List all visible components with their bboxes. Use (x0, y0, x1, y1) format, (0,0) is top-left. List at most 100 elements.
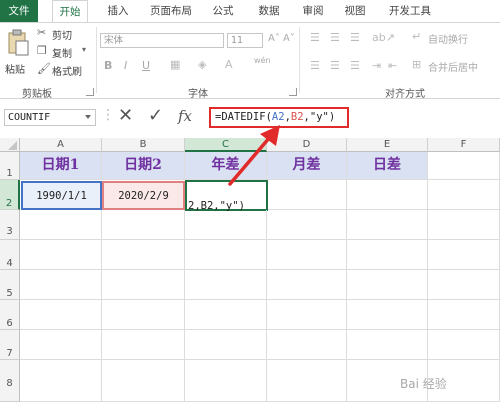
align-left-icon[interactable]: ☰ (310, 59, 320, 72)
tab-page-layout[interactable]: 页面布局 (141, 0, 201, 22)
copy-button[interactable]: ❐ 复制 ▾ (37, 44, 92, 60)
cell-e6[interactable] (347, 300, 428, 330)
cell-b5[interactable] (102, 270, 185, 300)
row-header-8[interactable]: 8 (0, 360, 20, 402)
align-center-icon[interactable]: ☰ (330, 59, 340, 72)
cell-a8[interactable] (20, 360, 102, 402)
cell-a4[interactable] (20, 240, 102, 270)
tab-file[interactable]: 文件 (0, 0, 38, 22)
tab-developer[interactable]: 开发工具 (380, 0, 440, 22)
font-name-combo[interactable]: 宋体 (100, 33, 224, 48)
cancel-button[interactable]: ✕ (118, 105, 133, 127)
cell-f5[interactable] (428, 270, 500, 300)
paste-button[interactable]: 粘贴 (4, 27, 32, 79)
column-header-a[interactable]: A (20, 138, 102, 152)
tab-review[interactable]: 审阅 (295, 0, 331, 22)
format-painter-button[interactable]: 🖌 格式刷 (37, 62, 92, 78)
row-header-6[interactable]: 6 (0, 300, 20, 330)
borders-icon[interactable]: ▦ (170, 58, 180, 71)
cell-d8[interactable] (267, 360, 347, 402)
cell-b6[interactable] (102, 300, 185, 330)
cell-e5[interactable] (347, 270, 428, 300)
row-header-5[interactable]: 5 (0, 270, 20, 300)
column-header-f[interactable]: F (428, 138, 500, 152)
tab-data[interactable]: 数据 (251, 0, 287, 22)
cell-f4[interactable] (428, 240, 500, 270)
outdent-icon[interactable]: ⇤ (388, 59, 397, 72)
align-middle-icon[interactable]: ☰ (330, 31, 340, 44)
indent-icon[interactable]: ⇥ (372, 59, 381, 72)
cell-c2-editing[interactable]: 2,B2,"y") (185, 180, 268, 212)
clipboard-launcher-icon[interactable] (86, 88, 94, 96)
orientation-icon[interactable]: ab↗ (372, 31, 395, 44)
cell-a2[interactable]: 1990/1/1 (21, 181, 102, 210)
row-header-7[interactable]: 7 (0, 330, 20, 360)
align-right-icon[interactable]: ☰ (350, 59, 360, 72)
row-header-2[interactable]: 2 (0, 180, 20, 210)
cell-d2[interactable] (268, 180, 347, 210)
increase-font-icon[interactable]: A˄ (268, 33, 280, 44)
cell-b8[interactable] (102, 360, 185, 402)
cell-a5[interactable] (20, 270, 102, 300)
cell-d3[interactable] (267, 210, 347, 240)
chevron-down-icon[interactable] (85, 115, 91, 119)
cell-a6[interactable] (20, 300, 102, 330)
cell-c4[interactable] (185, 240, 267, 270)
cell-b3[interactable] (102, 210, 185, 240)
row-header-1[interactable]: 1 (0, 152, 20, 180)
cell-e2[interactable] (347, 180, 428, 210)
cell-c6[interactable] (185, 300, 267, 330)
cell-a7[interactable] (20, 330, 102, 360)
cell-e3[interactable] (347, 210, 428, 240)
cell-f1[interactable] (428, 152, 500, 180)
column-header-c[interactable]: C (185, 138, 267, 152)
select-all-corner[interactable] (0, 138, 20, 152)
cell-a1[interactable]: 日期1 (20, 152, 102, 180)
cell-b1[interactable]: 日期2 (102, 152, 185, 180)
cell-b7[interactable] (102, 330, 185, 360)
row-header-4[interactable]: 4 (0, 240, 20, 270)
row-header-3[interactable]: 3 (0, 210, 20, 240)
cell-c5[interactable] (185, 270, 267, 300)
wrap-text-button[interactable]: ↵ 自动换行 (412, 30, 492, 46)
font-size-combo[interactable]: 11 (227, 33, 263, 48)
tab-formulas[interactable]: 公式 (205, 0, 241, 22)
cell-f6[interactable] (428, 300, 500, 330)
fill-color-icon[interactable]: ◈ (198, 58, 206, 71)
italic-button[interactable]: I (124, 59, 127, 72)
align-bottom-icon[interactable]: ☰ (350, 31, 360, 44)
cell-c8[interactable] (185, 360, 267, 402)
cell-e4[interactable] (347, 240, 428, 270)
name-box[interactable]: COUNTIF (4, 109, 96, 126)
cell-e1[interactable]: 日差 (347, 152, 428, 180)
cell-b2[interactable]: 2020/2/9 (102, 181, 185, 210)
phonetic-button[interactable]: wén (254, 56, 271, 65)
cell-a3[interactable] (20, 210, 102, 240)
cell-d7[interactable] (267, 330, 347, 360)
font-launcher-icon[interactable] (289, 88, 297, 96)
tab-home[interactable]: 开始 (52, 0, 88, 22)
tab-view[interactable]: 视图 (337, 0, 373, 22)
cell-b4[interactable] (102, 240, 185, 270)
merge-center-button[interactable]: ⊞ 合并后居中 (412, 58, 500, 74)
tab-insert[interactable]: 插入 (100, 0, 136, 22)
cell-d1[interactable]: 月差 (267, 152, 347, 180)
cell-e7[interactable] (347, 330, 428, 360)
cell-f2[interactable] (428, 180, 500, 210)
formula-input[interactable]: =DATEDIF(A2,B2,"y") (209, 107, 349, 128)
underline-button[interactable]: U (142, 59, 150, 72)
decrease-font-icon[interactable]: A˅ (283, 33, 295, 44)
insert-function-button[interactable]: fx (178, 105, 192, 127)
enter-button[interactable]: ✓ (148, 105, 163, 127)
cell-c7[interactable] (185, 330, 267, 360)
font-color-icon[interactable]: A (225, 58, 233, 71)
bold-button[interactable]: B (104, 59, 112, 72)
cell-d6[interactable] (267, 300, 347, 330)
cell-d5[interactable] (267, 270, 347, 300)
cell-c3[interactable] (185, 210, 267, 240)
column-header-d[interactable]: D (267, 138, 347, 152)
cell-d4[interactable] (267, 240, 347, 270)
cell-c1[interactable]: 年差 (185, 152, 267, 180)
cut-button[interactable]: ✂ 剪切 (37, 26, 87, 42)
align-top-icon[interactable]: ☰ (310, 31, 320, 44)
